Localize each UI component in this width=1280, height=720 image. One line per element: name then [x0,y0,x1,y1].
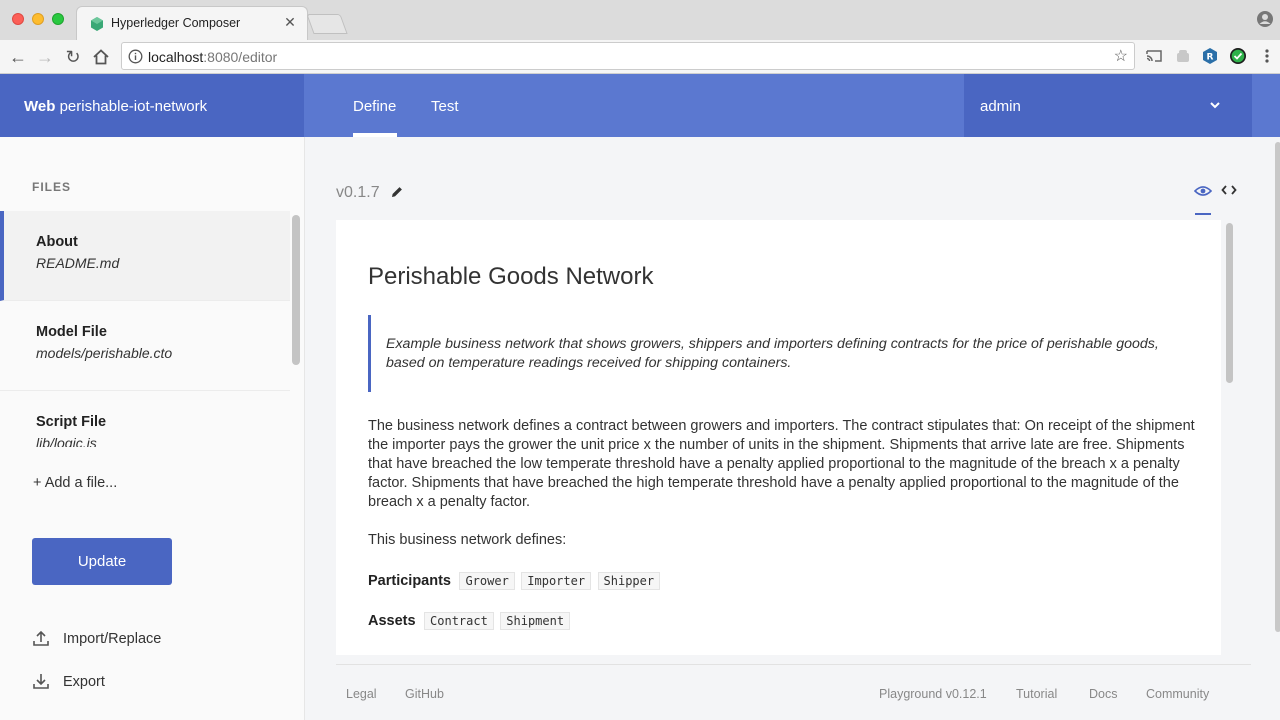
file-path: README.md [36,255,120,271]
reload-icon[interactable]: ↻ [62,46,84,68]
editor-main: v0.1.7 Perishable Goods Network Example … [305,137,1280,720]
version-label: v0.1.7 [336,184,380,201]
preview-active-indicator [1195,213,1211,215]
composer-favicon-icon [91,17,103,31]
forward-arrow-icon[interactable]: → [34,46,56,68]
participant-chip: Grower [459,572,515,590]
footer-tutorial-link[interactable]: Tutorial [1016,687,1057,701]
upload-icon [33,630,49,646]
user-menu[interactable]: admin [964,74,1252,137]
assets-label: Assets [368,613,416,629]
network-name: Web perishable-iot-network [24,98,207,115]
footer-version-link[interactable]: Playground v0.12.1 [879,687,987,701]
url-host: localhost [148,49,204,65]
readme-preview: Perishable Goods Network Example busines… [336,220,1221,655]
window-maximize-button[interactable] [52,13,64,25]
import-replace-label: Import/Replace [63,631,162,647]
export-button[interactable]: Export [32,670,232,694]
preview-scrollbar[interactable] [1226,223,1233,383]
file-item-model[interactable]: Model File models/perishable.cto [0,301,290,391]
url-text: localhost:8080/editor [148,49,277,65]
url-path: :8080/editor [203,49,278,65]
extension-check-icon[interactable] [1229,47,1247,65]
doc-blockquote: Example business network that shows grow… [368,315,1188,392]
home-icon[interactable] [90,46,112,68]
update-button[interactable]: Update [32,538,172,585]
footer-github-link[interactable]: GitHub [405,687,444,701]
file-path: lib/logic.js [36,435,97,447]
chevron-down-icon [1210,102,1220,109]
add-file-link[interactable]: + Add a file... [33,475,117,491]
tab-test[interactable]: Test [431,98,459,115]
assets-row: Assets Contract Shipment [368,612,572,632]
footer: Legal GitHub Playground v0.12.1 Tutorial… [336,664,1251,720]
tab-close-icon[interactable]: ✕ [281,13,299,31]
brand-panel: Web perishable-iot-network [0,74,304,137]
participant-chip: Shipper [597,572,661,590]
participants-row: Participants Grower Importer Shipper [368,572,662,592]
doc-defines-text: This business network defines: [368,532,567,548]
footer-community-link[interactable]: Community [1146,687,1209,701]
import-replace-button[interactable]: Import/Replace [32,627,232,651]
browser-tab-bar: Hyperledger Composer ✕ [0,0,1280,40]
file-item-about[interactable]: About README.md [0,211,290,301]
new-tab-button[interactable] [306,14,348,34]
export-label: Export [63,674,105,690]
file-path: models/perishable.cto [36,345,173,361]
user-name: admin [980,98,1021,115]
eye-icon[interactable] [1194,184,1212,198]
file-list-scrollbar[interactable] [292,215,300,365]
participants-label: Participants [368,573,451,589]
main-scrollbar[interactable] [1275,142,1280,632]
app-header: Web perishable-iot-network Define Test a… [0,74,1280,137]
tab-define[interactable]: Define [353,98,396,115]
profile-icon[interactable] [1256,10,1274,28]
brand-network-label: perishable-iot-network [59,98,208,115]
extension-android-icon[interactable] [1174,47,1192,65]
footer-docs-link[interactable]: Docs [1089,687,1117,701]
files-heading: FILES [32,180,72,194]
download-icon [33,674,49,689]
participant-chip: Importer [521,572,592,590]
next-row-partial [464,652,849,655]
footer-legal-link[interactable]: Legal [346,687,377,701]
file-item-script[interactable]: Script File lib/logic.js [0,391,290,447]
browser-toolbar: ← → ↻ localhost:8080/editor ☆ R [0,40,1280,74]
back-arrow-icon[interactable]: ← [7,46,29,68]
doc-paragraph: The business network defines a contract … [368,418,1195,510]
asset-chip: Shipment [500,612,571,630]
cast-icon[interactable] [1145,47,1163,65]
file-title: Script File [36,414,107,430]
brand-web-label: Web [24,98,56,115]
tab-title: Hyperledger Composer [111,16,241,30]
code-icon[interactable] [1221,183,1237,197]
browser-menu-icon[interactable] [1258,47,1276,65]
file-list: About README.md Model File models/perish… [0,211,290,447]
svg-text:R: R [1207,53,1214,63]
address-bar[interactable]: localhost:8080/editor ☆ [121,42,1135,70]
browser-tab[interactable]: Hyperledger Composer ✕ [76,6,308,40]
doc-quote-text: Example business network that shows grow… [386,336,1159,371]
extension-r-icon[interactable]: R [1201,47,1219,65]
window-close-button[interactable] [12,13,24,25]
pencil-icon[interactable] [390,185,404,199]
window-minimize-button[interactable] [32,13,44,25]
asset-chip: Contract [424,612,494,630]
files-sidebar: FILES About README.md Model File models/… [0,137,305,720]
file-title: About [36,234,78,250]
bookmark-star-icon[interactable]: ☆ [1114,46,1128,66]
file-title: Model File [36,324,107,340]
info-icon[interactable] [128,49,143,64]
doc-title: Perishable Goods Network [368,263,654,290]
